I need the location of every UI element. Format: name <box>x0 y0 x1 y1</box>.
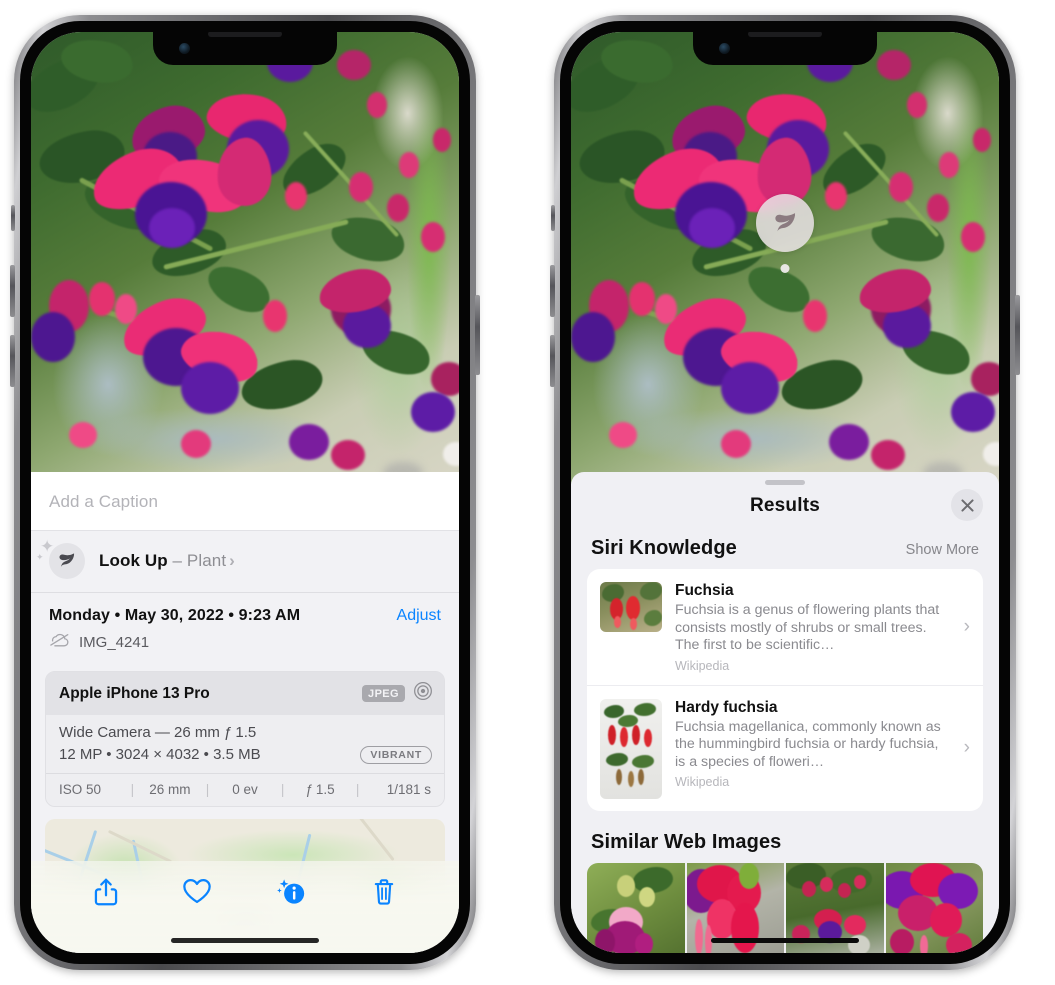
silent-switch[interactable] <box>11 205 15 231</box>
lens-info: Wide Camera — 26 mm ƒ 1.5 <box>59 724 257 741</box>
exif-focal: 26 mm <box>149 782 191 797</box>
list-item[interactable]: Hardy fuchsia Fuchsia magellanica, commo… <box>587 684 983 811</box>
similar-image-4[interactable] <box>885 862 983 953</box>
volume-down-button[interactable] <box>550 335 555 387</box>
volume-up-button[interactable] <box>10 265 15 317</box>
photo-viewer[interactable] <box>31 32 459 484</box>
visual-lookup-anchor-dot <box>780 264 790 273</box>
result-description: Fuchsia is a genus of flowering plants t… <box>675 602 940 653</box>
left-iphone-frame: Add a Caption ✦ ✦ Look Up – Plant › Mond… <box>10 15 480 970</box>
similar-image-1[interactable] <box>587 862 685 953</box>
exif-shutter: 1/181 s <box>386 782 432 797</box>
siri-knowledge-header: Siri Knowledge Show More <box>571 531 999 569</box>
side-power-button[interactable] <box>475 295 480 375</box>
right-phone-screen: Results Siri Knowledge Show More Fuchsia… <box>571 32 999 953</box>
leaf-icon: ✦ ✦ <box>36 538 85 579</box>
photo-date: Monday • May 30, 2022 • 9:23 AM <box>49 607 301 624</box>
exif-details: Wide Camera — 26 mm ƒ 1.5 12 MP • 3024 ×… <box>46 715 444 773</box>
list-item[interactable]: Fuchsia Fuchsia is a genus of flowering … <box>587 569 983 685</box>
side-power-button[interactable] <box>1015 295 1020 375</box>
exif-ev: 0 ev <box>232 782 258 797</box>
home-indicator <box>171 938 319 943</box>
adjust-button[interactable]: Adjust <box>397 607 441 625</box>
photo-info-sheet: Add a Caption ✦ ✦ Look Up – Plant › Mond… <box>31 472 459 953</box>
result-description: Fuchsia magellanica, commonly known as t… <box>675 718 941 770</box>
result-source: Wikipedia <box>675 775 730 789</box>
camera-model: Apple iPhone 13 Pro <box>59 684 210 702</box>
right-phone-bezel: Results Siri Knowledge Show More Fuchsia… <box>560 21 1010 964</box>
photo-metadata: Monday • May 30, 2022 • 9:23 AM Adjust I… <box>31 593 459 663</box>
screenshot-stage: Add a Caption ✦ ✦ Look Up – Plant › Mond… <box>0 0 1055 985</box>
results-sheet: Results Siri Knowledge Show More Fuchsia… <box>571 472 999 953</box>
left-phone-screen: Add a Caption ✦ ✦ Look Up – Plant › Mond… <box>31 32 459 953</box>
sparkle-small-icon: ✦ <box>36 552 44 562</box>
look-up-label: Look Up – Plant › <box>99 551 235 571</box>
chevron-right-icon: › <box>229 551 235 570</box>
chevron-right-icon: › <box>963 615 970 637</box>
silent-switch[interactable] <box>551 205 555 231</box>
cloud-slash-icon <box>49 632 70 653</box>
siri-knowledge-title: Siri Knowledge <box>591 537 737 559</box>
exif-iso: ISO 50 <box>59 782 102 797</box>
result-thumbnail <box>600 582 662 632</box>
look-up-title: Look Up <box>99 551 168 570</box>
photo-filename: IMG_4241 <box>79 634 150 651</box>
results-header: Results <box>571 485 999 531</box>
info-sparkle-icon[interactable] <box>276 877 308 907</box>
home-indicator <box>711 938 859 943</box>
format-badge: JPEG <box>362 685 405 702</box>
photo-viewer[interactable] <box>571 32 999 484</box>
similar-web-images-header: Similar Web Images <box>571 811 999 863</box>
front-camera-icon <box>179 43 190 54</box>
volume-up-button[interactable] <box>550 265 555 317</box>
earpiece-speaker <box>748 32 822 37</box>
trash-icon[interactable] <box>371 877 397 907</box>
exif-header: Apple iPhone 13 Pro JPEG <box>46 672 444 715</box>
exif-aperture: ƒ 1.5 <box>305 782 335 797</box>
result-title: Fuchsia <box>675 582 734 599</box>
exif-card: Apple iPhone 13 Pro JPEG Wide Camera — 2… <box>45 671 445 807</box>
left-phone-bezel: Add a Caption ✦ ✦ Look Up – Plant › Mond… <box>20 21 470 964</box>
show-more-button[interactable]: Show More <box>906 542 979 558</box>
look-up-subject: Plant <box>186 551 227 570</box>
exif-stats: ISO 50 | 26 mm | 0 ev | ƒ 1.5 | 1/181 s <box>46 773 444 806</box>
close-icon[interactable] <box>951 489 983 521</box>
caption-input[interactable]: Add a Caption <box>31 472 459 531</box>
volume-down-button[interactable] <box>10 335 15 387</box>
look-up-dash: – <box>167 551 187 570</box>
chevron-right-icon: › <box>963 737 970 758</box>
look-up-row[interactable]: ✦ ✦ Look Up – Plant › <box>31 531 459 593</box>
heart-icon[interactable] <box>182 877 212 905</box>
result-title: Hardy fuchsia <box>675 698 778 716</box>
right-iphone-frame: Results Siri Knowledge Show More Fuchsia… <box>550 15 1020 970</box>
vibrant-badge: VIBRANT <box>360 745 432 764</box>
aperture-icon <box>413 681 433 706</box>
earpiece-speaker <box>208 32 282 37</box>
visual-lookup-badge[interactable] <box>756 194 814 252</box>
results-title: Results <box>749 495 821 516</box>
share-icon[interactable] <box>93 877 119 907</box>
result-thumbnail <box>600 698 662 799</box>
result-source: Wikipedia <box>675 658 730 673</box>
siri-knowledge-card: Fuchsia Fuchsia is a genus of flowering … <box>587 569 983 811</box>
front-camera-icon <box>719 43 730 54</box>
similar-web-images-title: Similar Web Images <box>591 830 782 853</box>
